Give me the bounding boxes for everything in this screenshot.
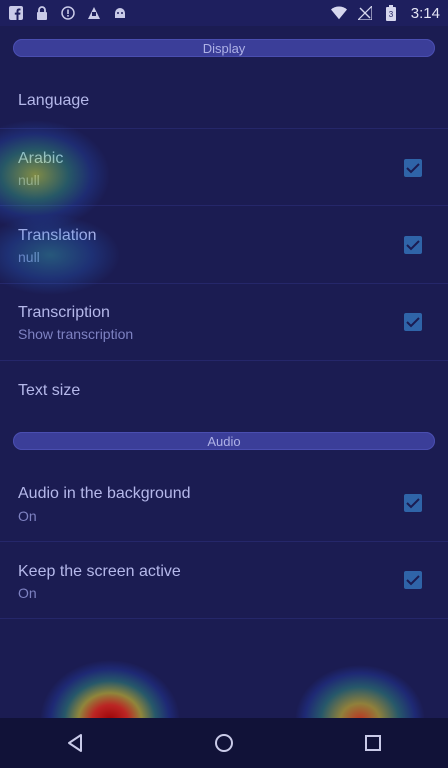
translation-checkbox[interactable] bbox=[404, 236, 422, 254]
pref-arabic-summary: null bbox=[18, 172, 40, 188]
back-button[interactable] bbox=[55, 723, 95, 763]
status-bar: 3 3:14 bbox=[0, 0, 448, 26]
check-icon bbox=[406, 163, 420, 174]
pref-language-title: Language bbox=[18, 92, 90, 109]
pref-transcription-summary: Show transcription bbox=[18, 326, 134, 342]
battery-level: 3 bbox=[389, 10, 394, 19]
status-left-icons bbox=[8, 5, 128, 21]
transcription-checkbox[interactable] bbox=[404, 313, 422, 331]
lock-icon bbox=[34, 5, 50, 21]
fake-gps-icon bbox=[86, 5, 102, 21]
pref-text-size-title: Text size bbox=[18, 382, 81, 399]
pref-audio-background-title: Audio in the background bbox=[18, 485, 191, 502]
check-icon bbox=[406, 240, 420, 251]
recents-icon bbox=[365, 735, 382, 751]
section-header-audio: Audio bbox=[13, 432, 435, 450]
settings-screen: 3 3:14 Display Language Arabic null Tran… bbox=[0, 0, 448, 768]
check-icon bbox=[406, 498, 420, 509]
pref-text-size[interactable]: Text size bbox=[0, 361, 448, 421]
pref-transcription-title: Transcription bbox=[18, 304, 110, 321]
keep-screen-checkbox[interactable] bbox=[404, 571, 422, 589]
navigation-bar bbox=[0, 718, 448, 768]
status-time: 3:14 bbox=[410, 4, 440, 22]
android-icon bbox=[112, 5, 128, 21]
pref-transcription[interactable]: Transcription Show transcription bbox=[0, 284, 448, 361]
home-button[interactable] bbox=[204, 723, 244, 763]
pref-translation[interactable]: Translation null bbox=[0, 206, 448, 284]
battery-icon: 3 bbox=[383, 5, 399, 21]
section-display-label: Display bbox=[202, 40, 246, 56]
wifi-icon bbox=[330, 5, 347, 21]
arabic-checkbox[interactable] bbox=[404, 159, 422, 177]
section-header-display: Display bbox=[13, 39, 435, 57]
pref-keep-screen-summary: On bbox=[18, 585, 37, 601]
check-icon bbox=[406, 317, 420, 328]
pref-language[interactable]: Language bbox=[0, 72, 448, 129]
pref-translation-title: Translation bbox=[18, 227, 97, 244]
audio-background-checkbox[interactable] bbox=[404, 494, 422, 512]
home-icon bbox=[214, 734, 233, 752]
recents-button[interactable] bbox=[353, 723, 393, 763]
no-signal-icon bbox=[357, 5, 373, 21]
pref-keep-screen-active[interactable]: Keep the screen active On bbox=[0, 542, 448, 619]
status-right-icons: 3 3:14 bbox=[330, 4, 440, 22]
pref-arabic[interactable]: Arabic null bbox=[0, 129, 448, 206]
back-icon bbox=[67, 734, 82, 752]
pref-translation-summary: null bbox=[18, 249, 40, 265]
alert-icon bbox=[60, 5, 76, 21]
check-icon bbox=[406, 575, 420, 586]
pref-keep-screen-title: Keep the screen active bbox=[18, 563, 181, 580]
pref-audio-background-summary: On bbox=[18, 508, 37, 524]
pref-arabic-title: Arabic bbox=[18, 150, 64, 167]
pref-audio-background[interactable]: Audio in the background On bbox=[0, 464, 448, 542]
section-audio-label: Audio bbox=[207, 433, 241, 449]
facebook-icon bbox=[8, 5, 24, 21]
